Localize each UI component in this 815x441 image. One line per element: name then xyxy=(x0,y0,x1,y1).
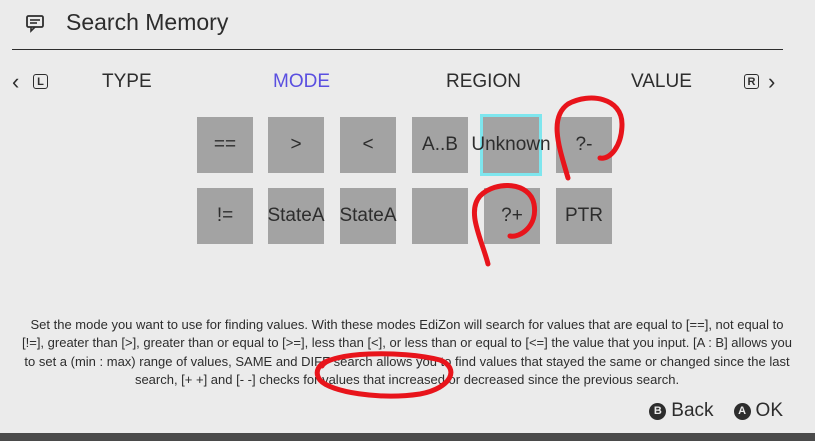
mode-range-button[interactable]: A..B xyxy=(412,117,468,173)
back-label: Back xyxy=(671,400,714,421)
mode-not-equal-button[interactable]: != xyxy=(197,188,253,244)
tab-value[interactable]: VALUE xyxy=(631,71,692,93)
mode-state-a-button[interactable]: StateA xyxy=(267,188,325,244)
bottom-status-bar xyxy=(0,433,815,441)
search-memory-icon xyxy=(26,15,44,33)
tab-bar: ‹ L TYPE MODE REGION VALUE R › xyxy=(0,62,815,102)
mode-state-a-button-2[interactable]: StateA xyxy=(339,188,397,244)
l-button-icon: L xyxy=(33,74,48,89)
mode-ptr-button[interactable]: PTR xyxy=(556,188,612,244)
mode-description: Set the mode you want to use for finding… xyxy=(22,317,793,388)
header-divider xyxy=(12,49,783,50)
footer-actions: B Back A OK xyxy=(649,400,783,422)
mode-equal-button[interactable]: == xyxy=(197,117,253,173)
ok-button[interactable]: A OK xyxy=(733,400,783,422)
back-button[interactable]: B Back xyxy=(649,400,714,422)
header: Search Memory xyxy=(0,0,815,50)
tab-type[interactable]: TYPE xyxy=(102,71,152,93)
chevron-right-icon[interactable]: › xyxy=(768,69,775,95)
r-button-icon: R xyxy=(744,74,759,89)
mode-greater-button[interactable]: > xyxy=(268,117,324,173)
mode-unknown-button[interactable]: Unknown xyxy=(471,114,551,176)
mode-increased-button[interactable]: ?+ xyxy=(484,188,540,244)
a-button-icon: A xyxy=(733,402,751,420)
tab-mode[interactable]: MODE xyxy=(273,71,330,93)
tab-region[interactable]: REGION xyxy=(446,71,521,93)
chevron-left-icon[interactable]: ‹ xyxy=(12,69,19,95)
ok-label: OK xyxy=(755,400,783,421)
page-title: Search Memory xyxy=(66,9,229,35)
b-button-icon: B xyxy=(649,402,667,420)
mode-decreased-button[interactable]: ?- xyxy=(556,117,612,173)
mode-empty-button[interactable] xyxy=(412,188,468,244)
mode-less-button[interactable]: < xyxy=(340,117,396,173)
